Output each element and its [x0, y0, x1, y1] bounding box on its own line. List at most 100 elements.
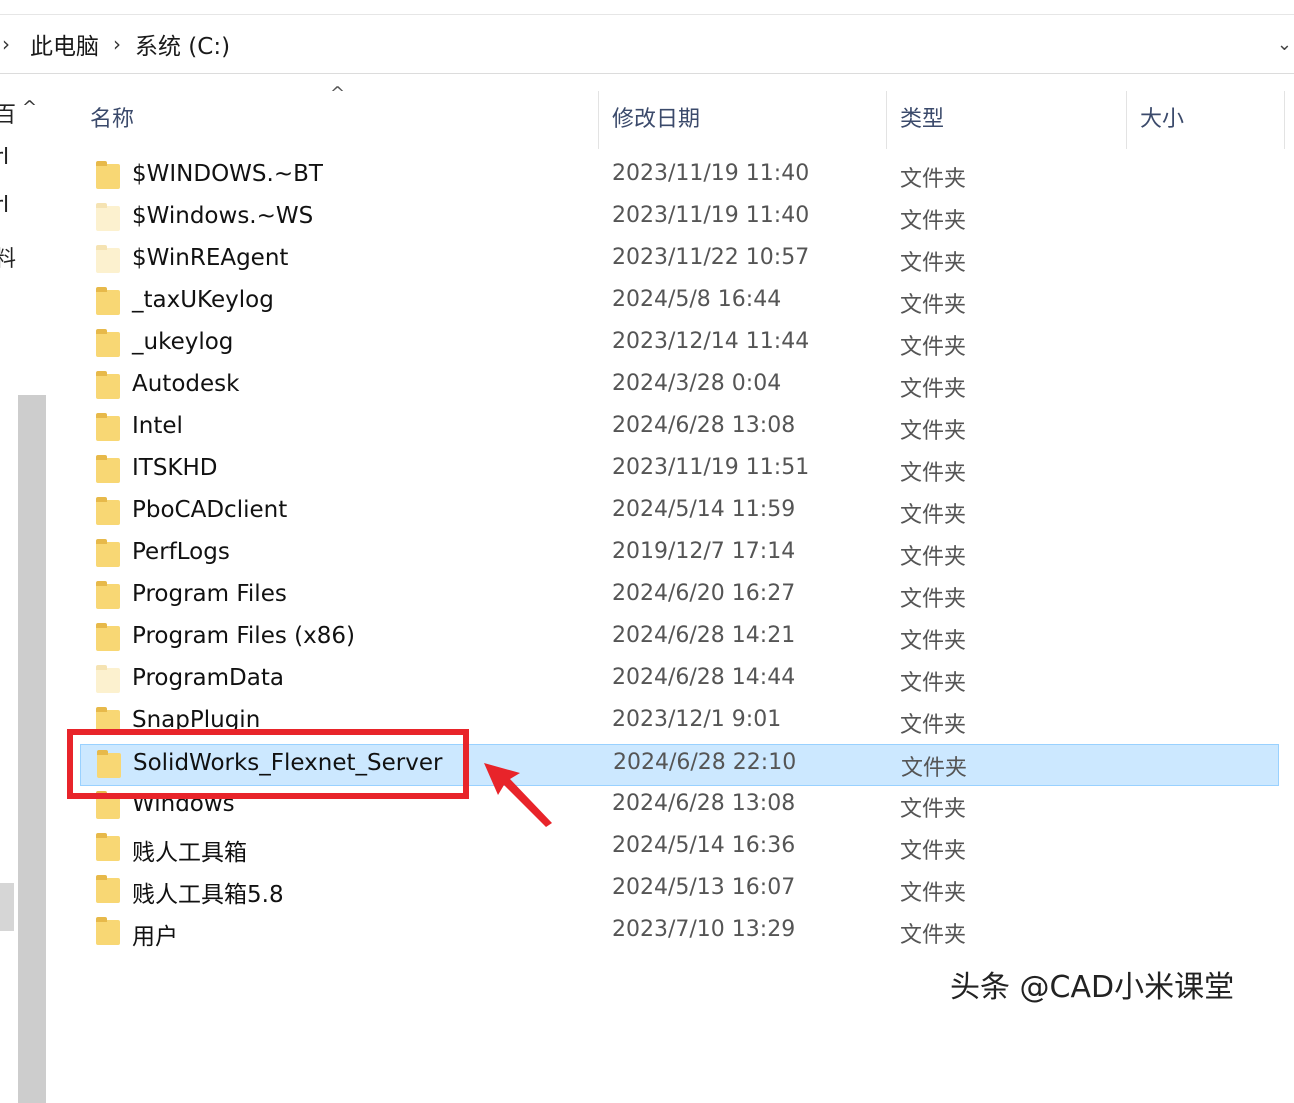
chevron-down-icon[interactable]: ⌄	[1277, 15, 1292, 73]
watermark: 头条 @CAD小米课堂	[950, 970, 1235, 1005]
column-header-type[interactable]: 类型	[900, 101, 944, 133]
file-type: 文件夹	[900, 167, 967, 192]
navigation-pane: ^ 百 rl rl 料	[0, 75, 46, 1103]
folder-icon	[96, 371, 120, 399]
table-row[interactable]: 用户 2023/7/10 13:29 文件夹	[80, 912, 1279, 954]
folder-icon	[96, 287, 120, 315]
file-name: 贱人工具箱	[132, 840, 247, 866]
file-modified-date: 2024/3/28 0:04	[612, 371, 782, 396]
table-row[interactable]: $WINDOWS.~BT 2023/11/19 11:40 文件夹	[80, 156, 1279, 198]
table-row[interactable]: $Windows.~WS 2023/11/19 11:40 文件夹	[80, 198, 1279, 240]
file-type: 文件夹	[900, 713, 967, 738]
table-row[interactable]: Intel 2024/6/28 13:08 文件夹	[80, 408, 1279, 450]
table-row[interactable]: PboCADclient 2024/5/14 11:59 文件夹	[80, 492, 1279, 534]
column-divider[interactable]	[886, 91, 887, 149]
file-modified-date: 2023/11/19 11:51	[612, 455, 810, 480]
chevron-right-icon[interactable]: ›	[0, 32, 30, 56]
file-type: 文件夹	[900, 587, 967, 612]
file-type: 文件夹	[900, 839, 967, 864]
file-name: $WinREAgent	[132, 245, 289, 271]
folder-icon	[96, 455, 120, 483]
breadcrumb-system-c[interactable]: 系统 (C:)	[135, 27, 230, 61]
folder-icon	[96, 917, 120, 945]
table-row[interactable]: PerfLogs 2019/12/7 17:14 文件夹	[80, 534, 1279, 576]
file-name: _taxUKeylog	[132, 287, 274, 313]
nav-item-fragment[interactable]: 百	[0, 97, 16, 129]
file-name: ITSKHD	[132, 455, 218, 481]
file-name: Intel	[132, 413, 183, 439]
file-type: 文件夹	[900, 377, 967, 402]
file-modified-date: 2023/12/14 11:44	[612, 329, 810, 354]
folder-icon	[96, 833, 120, 861]
file-name: Program Files	[132, 581, 287, 607]
file-type: 文件夹	[900, 545, 967, 570]
column-header-name[interactable]: 名称	[90, 101, 134, 133]
sort-ascending-icon: ^	[330, 83, 346, 104]
nav-item-fragment[interactable]: 料	[0, 241, 16, 273]
table-row[interactable]: ITSKHD 2023/11/19 11:51 文件夹	[80, 450, 1279, 492]
table-row[interactable]: Program Files 2024/6/20 16:27 文件夹	[80, 576, 1279, 618]
file-modified-date: 2024/5/13 16:07	[612, 875, 796, 900]
nav-scrollbar[interactable]	[18, 395, 46, 1103]
table-row[interactable]: Program Files (x86) 2024/6/28 14:21 文件夹	[80, 618, 1279, 660]
file-modified-date: 2024/5/14 11:59	[612, 497, 796, 522]
column-divider[interactable]	[1284, 91, 1285, 149]
column-header-size[interactable]: 大小	[1140, 101, 1184, 133]
column-divider[interactable]	[598, 91, 599, 149]
file-modified-date: 2023/11/19 11:40	[612, 203, 810, 228]
file-modified-date: 2023/11/19 11:40	[612, 161, 810, 186]
file-name: $WINDOWS.~BT	[132, 161, 323, 187]
address-bar[interactable]: › 此电脑 › 系统 (C:) ⌄	[0, 14, 1294, 74]
nav-item-fragment[interactable]: rl	[0, 193, 9, 218]
column-header-row: ^ 名称 修改日期 类型 大小	[46, 75, 1294, 155]
nav-item-fragment[interactable]: rl	[0, 145, 9, 170]
file-type: 文件夹	[900, 881, 967, 906]
file-type: 文件夹	[900, 419, 967, 444]
file-modified-date: 2024/6/28 13:08	[612, 413, 796, 438]
file-modified-date: 2024/6/28 14:44	[612, 665, 796, 690]
file-type: 文件夹	[900, 671, 967, 696]
file-modified-date: 2023/12/1 9:01	[612, 707, 782, 732]
folder-icon	[96, 329, 120, 357]
breadcrumb: › 此电脑 › 系统 (C:)	[0, 15, 230, 73]
table-row[interactable]: _taxUKeylog 2024/5/8 16:44 文件夹	[80, 282, 1279, 324]
file-name: PerfLogs	[132, 539, 230, 565]
file-modified-date: 2023/11/22 10:57	[612, 245, 810, 270]
file-name: 贱人工具箱5.8	[132, 882, 284, 908]
folder-icon	[96, 581, 120, 609]
folder-icon	[96, 497, 120, 525]
file-type: 文件夹	[900, 461, 967, 486]
table-row[interactable]: 贱人工具箱5.8 2024/5/13 16:07 文件夹	[80, 870, 1279, 912]
table-row[interactable]: Autodesk 2024/3/28 0:04 文件夹	[80, 366, 1279, 408]
file-modified-date: 2024/6/28 14:21	[612, 623, 796, 648]
folder-icon	[96, 161, 120, 189]
file-type: 文件夹	[900, 335, 967, 360]
folder-icon	[96, 665, 120, 693]
file-type: 文件夹	[900, 293, 967, 318]
file-modified-date: 2024/5/8 16:44	[612, 287, 782, 312]
folder-icon	[96, 539, 120, 567]
folder-icon	[96, 623, 120, 651]
scroll-up-icon[interactable]: ^	[22, 97, 37, 118]
folder-icon	[96, 203, 120, 231]
table-row[interactable]: _ukeylog 2023/12/14 11:44 文件夹	[80, 324, 1279, 366]
breadcrumb-this-pc[interactable]: 此电脑	[30, 27, 99, 61]
file-type: 文件夹	[900, 923, 967, 948]
file-modified-date: 2024/6/20 16:27	[612, 581, 796, 606]
file-type: 文件夹	[900, 209, 967, 234]
folder-icon	[96, 245, 120, 273]
column-header-date[interactable]: 修改日期	[612, 101, 700, 133]
table-row[interactable]: $WinREAgent 2023/11/22 10:57 文件夹	[80, 240, 1279, 282]
file-modified-date: 2023/7/10 13:29	[612, 917, 796, 942]
file-modified-date: 2024/5/14 16:36	[612, 833, 796, 858]
table-row[interactable]: ProgramData 2024/6/28 14:44 文件夹	[80, 660, 1279, 702]
file-name: _ukeylog	[132, 329, 234, 355]
column-divider[interactable]	[1126, 91, 1127, 149]
file-name: $Windows.~WS	[132, 203, 314, 229]
file-modified-date: 2019/12/7 17:14	[612, 539, 796, 564]
nav-scrollbar-thumb[interactable]	[0, 883, 14, 931]
file-modified-date: 2024/6/28 13:08	[612, 791, 796, 816]
file-modified-date: 2024/6/28 22:10	[613, 750, 797, 775]
chevron-right-icon[interactable]: ›	[99, 32, 135, 56]
table-row[interactable]: 贱人工具箱 2024/5/14 16:36 文件夹	[80, 828, 1279, 870]
